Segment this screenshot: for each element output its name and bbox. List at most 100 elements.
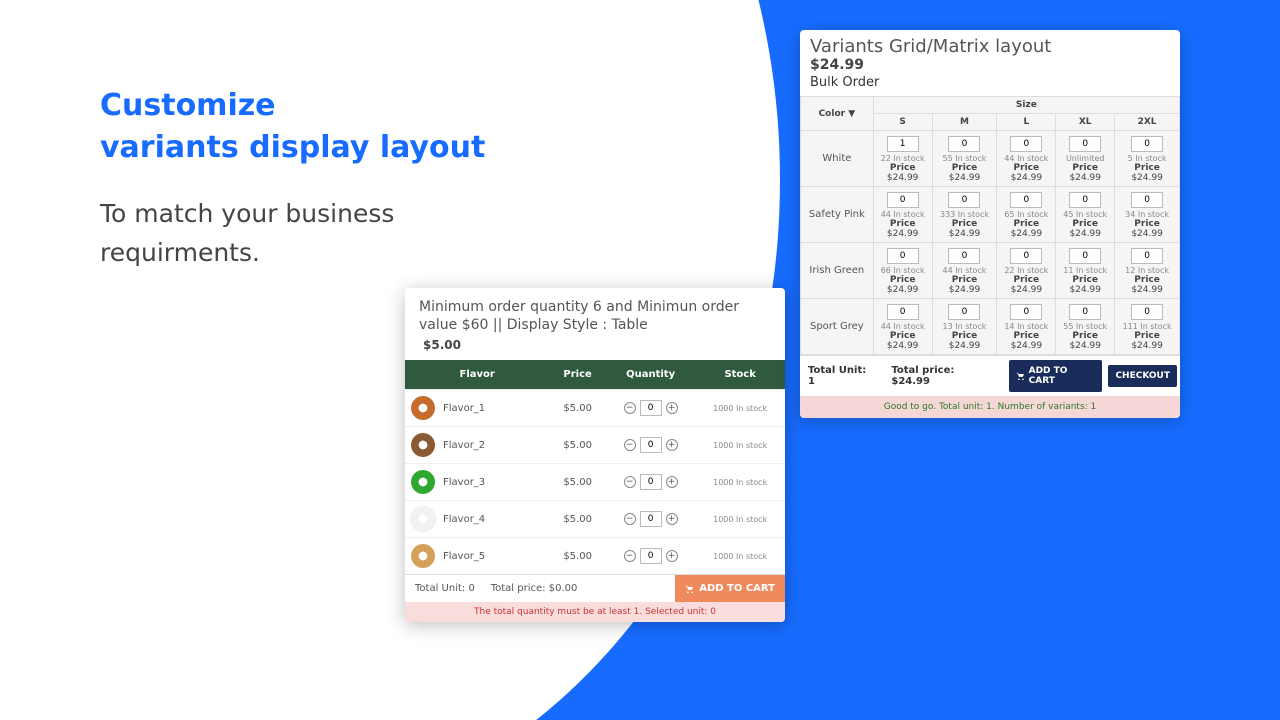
grid-price-label: Price (1000, 275, 1052, 285)
grid-quantity-input[interactable] (948, 304, 980, 320)
grid-price-value: $24.99 (1059, 285, 1111, 295)
grid-cell: 55 In stockPrice$24.99 (932, 131, 997, 187)
quantity-input[interactable] (640, 548, 662, 564)
grid-quantity-input[interactable] (1131, 248, 1163, 264)
row-price: $5.00 (549, 501, 605, 538)
grid-cell: 45 In stockPrice$24.99 (1056, 187, 1115, 243)
add-to-cart-button[interactable]: ADD TO CART (675, 575, 785, 602)
minus-button[interactable]: − (624, 439, 636, 451)
grid-quantity-input[interactable] (1069, 248, 1101, 264)
plus-button[interactable]: + (666, 402, 678, 414)
size-axis-header: Size (873, 97, 1179, 114)
row-stock: 1000 In stock (695, 427, 785, 464)
color-header: Irish Green (801, 243, 874, 299)
grid-price-label: Price (877, 331, 929, 341)
grid-quantity-input[interactable] (1069, 192, 1101, 208)
grid-cell: 55 In stockPrice$24.99 (1056, 299, 1115, 355)
plus-button[interactable]: + (666, 439, 678, 451)
grid-price-value: $24.99 (877, 285, 929, 295)
donut-icon (411, 433, 435, 457)
minus-button[interactable]: − (624, 402, 636, 414)
grid-quantity-input[interactable] (887, 248, 919, 264)
grid-price-value: $24.99 (936, 229, 994, 239)
minus-button[interactable]: − (624, 476, 636, 488)
grid-stock: Unlimited (1059, 154, 1111, 163)
quantity-input[interactable] (640, 437, 662, 453)
grid-row: Irish Green66 In stockPrice$24.9944 In s… (801, 243, 1180, 299)
grid-quantity-input[interactable] (1010, 304, 1042, 320)
grid-price-label: Price (1059, 275, 1111, 285)
grid-price-label: Price (877, 275, 929, 285)
subheadline-line-1: To match your business (100, 195, 394, 234)
grid-cell: 44 In stockPrice$24.99 (932, 243, 997, 299)
grid-quantity-input[interactable] (948, 136, 980, 152)
grid-price-value: $24.99 (877, 173, 929, 183)
grid-cell: 13 In stockPrice$24.99 (932, 299, 997, 355)
grid-quantity-input[interactable] (1010, 136, 1042, 152)
color-header: Safety Pink (801, 187, 874, 243)
quantity-input[interactable] (640, 474, 662, 490)
grid-quantity-input[interactable] (1010, 248, 1042, 264)
headline-line-2: variants display layout (100, 127, 485, 169)
grid-quantity-input[interactable] (948, 248, 980, 264)
grid-row: White22 In stockPrice$24.9955 In stockPr… (801, 131, 1180, 187)
grid-price-value: $24.99 (1059, 173, 1111, 183)
row-price: $5.00 (549, 538, 605, 575)
card2-success: Good to go. Total unit: 1. Number of var… (800, 396, 1180, 418)
grid-quantity-input[interactable] (887, 136, 919, 152)
grid-price-label: Price (936, 219, 994, 229)
grid-cell: 22 In stockPrice$24.99 (873, 131, 932, 187)
grid-quantity-input[interactable] (948, 192, 980, 208)
flavor-name: Flavor_5 (443, 551, 485, 562)
grid-cell: 333 In stockPrice$24.99 (932, 187, 997, 243)
grid-quantity-input[interactable] (1131, 192, 1163, 208)
grid-quantity-input[interactable] (1069, 304, 1101, 320)
grid-price-value: $24.99 (1118, 173, 1176, 183)
size-header: S (873, 114, 932, 131)
quantity-input[interactable] (640, 400, 662, 416)
plus-button[interactable]: + (666, 550, 678, 562)
donut-icon (411, 507, 435, 531)
size-header: M (932, 114, 997, 131)
grid-price-value: $24.99 (1000, 341, 1052, 351)
card2-title: Variants Grid/Matrix layout (800, 30, 1180, 57)
table-row: Flavor_1$5.00−+1000 In stock (405, 390, 785, 427)
grid-cell: 11 In stockPrice$24.99 (1056, 243, 1115, 299)
grid-quantity-input[interactable] (1131, 304, 1163, 320)
grid-add-to-cart-button[interactable]: ADD TO CART (1009, 360, 1103, 392)
table-row: Flavor_2$5.00−+1000 In stock (405, 427, 785, 464)
grid-price-value: $24.99 (877, 229, 929, 239)
quantity-input[interactable] (640, 511, 662, 527)
grid-price-value: $24.99 (1059, 229, 1111, 239)
donut-icon (411, 396, 435, 420)
minus-button[interactable]: − (624, 550, 636, 562)
grid-cell: 12 In stockPrice$24.99 (1115, 243, 1180, 299)
grid-stock: 55 In stock (1059, 322, 1111, 331)
grid-stock: 22 In stock (877, 154, 929, 163)
plus-button[interactable]: + (666, 513, 678, 525)
row-price: $5.00 (549, 464, 605, 501)
grid-quantity-input[interactable] (1131, 136, 1163, 152)
grid-cell: 111 In stockPrice$24.99 (1115, 299, 1180, 355)
grid-quantity-input[interactable] (887, 192, 919, 208)
row-stock: 1000 In stock (695, 538, 785, 575)
total-price-value: $0.00 (549, 583, 578, 594)
grid-quantity-input[interactable] (887, 304, 919, 320)
total-unit-label: Total Unit: (415, 583, 465, 594)
grid-stock: 5 In stock (1118, 154, 1176, 163)
grid-stock: 22 In stock (1000, 266, 1052, 275)
color-axis-header[interactable]: Color ▼ (801, 97, 874, 131)
plus-button[interactable]: + (666, 476, 678, 488)
subheadline: To match your business requirments. (100, 195, 394, 273)
variant-grid: Color ▼ Size SMLXL2XL White22 In stockPr… (800, 96, 1180, 355)
grid-price-label: Price (1059, 163, 1111, 173)
minus-button[interactable]: − (624, 513, 636, 525)
checkout-button[interactable]: CHECKOUT (1108, 365, 1177, 387)
grid-quantity-input[interactable] (1069, 136, 1101, 152)
total-price-label: Total price: (491, 583, 546, 594)
grid-row: Sport Grey44 In stockPrice$24.9913 In st… (801, 299, 1180, 355)
grid-stock: 12 In stock (1118, 266, 1176, 275)
size-header: 2XL (1115, 114, 1180, 131)
card1-warning: The total quantity must be at least 1. S… (405, 602, 785, 622)
grid-quantity-input[interactable] (1010, 192, 1042, 208)
